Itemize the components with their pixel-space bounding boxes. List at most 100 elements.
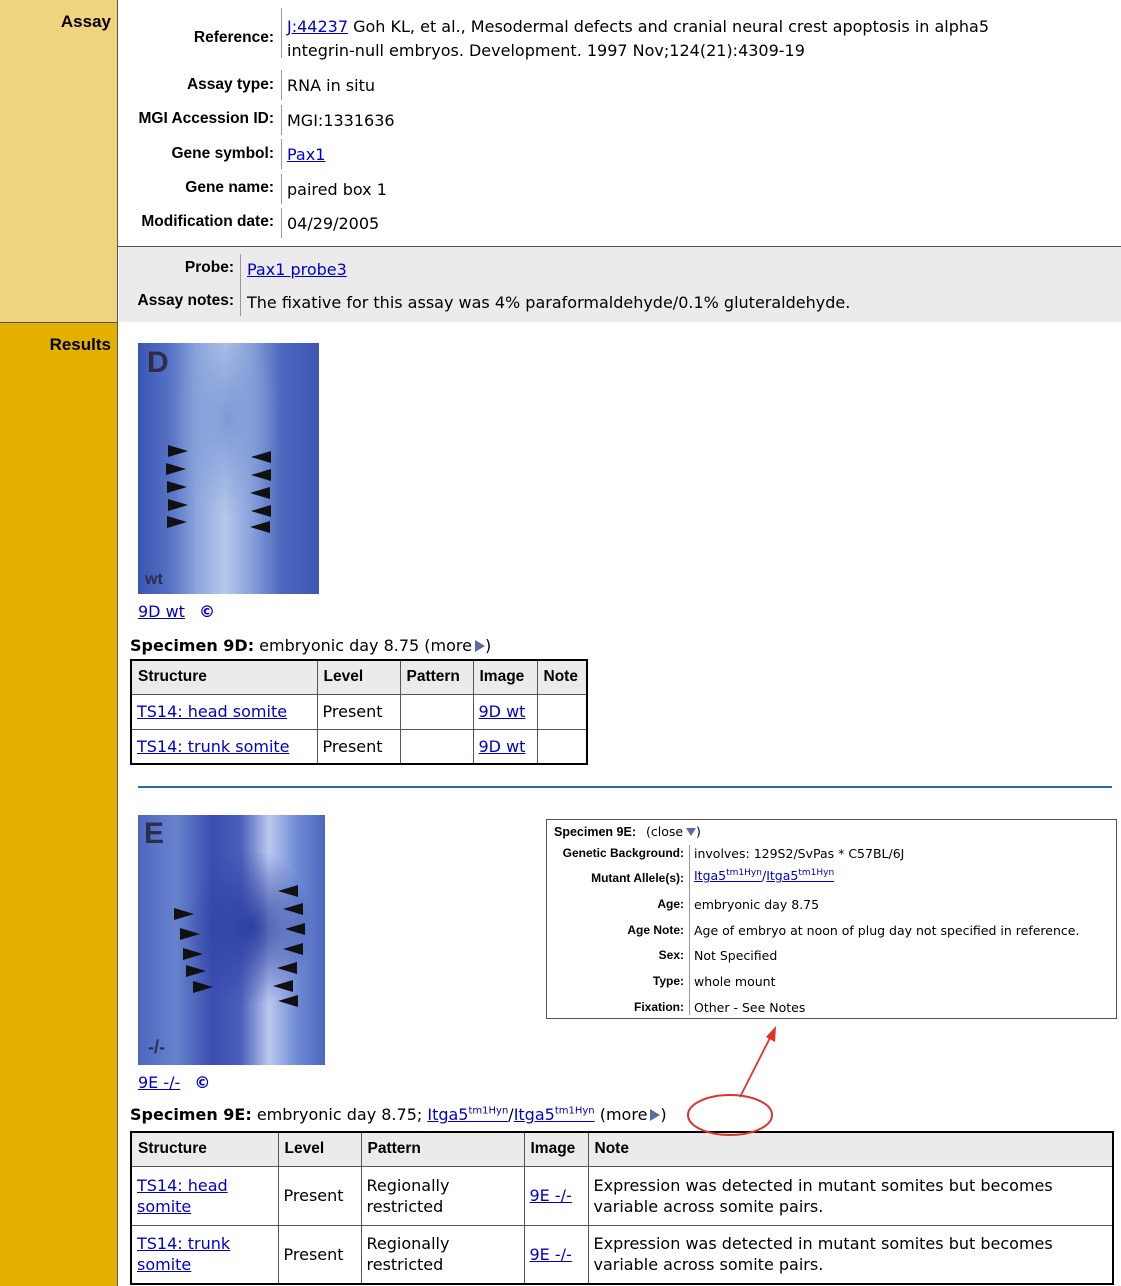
table-row: TS14: trunk somite Present 9D wt — [130, 728, 588, 765]
age-value: embryonic day 8.75 — [694, 897, 820, 912]
arrowhead-icon — [167, 516, 187, 528]
probe-link[interactable]: Pax1 probe3 — [247, 260, 347, 279]
note-cell — [536, 728, 588, 765]
more-toggle[interactable]: more — [431, 636, 485, 655]
column-pattern: Pattern — [360, 1131, 525, 1167]
image-link[interactable]: 9D wt — [479, 737, 526, 756]
genetic-background-value: involves: 129S2/SvPas * C57BL/6J — [694, 846, 905, 861]
divider — [281, 8, 282, 58]
gene-symbol-label: Gene symbol: — [171, 145, 275, 162]
image-9e-link[interactable]: 9E -/- — [138, 1073, 180, 1092]
divider — [281, 70, 282, 100]
column-note: Note — [536, 659, 588, 695]
arrowhead-icon — [283, 903, 303, 915]
age-note-label: Age Note: — [627, 923, 684, 937]
probe-label: Probe: — [184, 259, 234, 276]
structure-link[interactable]: TS14: trunk somite — [137, 737, 290, 756]
column-level: Level — [316, 659, 401, 695]
mod-date-label: Modification date: — [141, 213, 274, 230]
column-level: Level — [277, 1131, 362, 1167]
arrowhead-icon — [250, 521, 270, 533]
table-header-row: Structure Level Pattern Image Note — [130, 1131, 1114, 1167]
level-cell: Present — [316, 693, 401, 730]
divider — [240, 254, 241, 316]
arrowhead-icon — [186, 965, 206, 977]
type-label: Type: — [652, 974, 684, 988]
column-image: Image — [472, 659, 538, 695]
divider — [281, 105, 282, 135]
arrowhead-icon — [285, 923, 305, 935]
assay-type-label: Assay type: — [186, 76, 274, 93]
assay-type-value: RNA in situ — [287, 76, 375, 95]
column-pattern: Pattern — [399, 659, 474, 695]
results-section-label: Results — [0, 322, 118, 1286]
reference-line-1: J:44237 Goh KL, et al., Mesodermal defec… — [287, 17, 989, 36]
image-genotype-label: -/- — [148, 1037, 165, 1057]
divider — [281, 208, 282, 238]
structure-link[interactable]: TS14: head somite — [137, 702, 287, 721]
gene-symbol-link[interactable]: Pax1 — [287, 145, 325, 164]
close-label: (close — [645, 824, 684, 839]
specimen-9e-title: Specimen 9E: — [130, 1105, 252, 1124]
image-link[interactable]: 9E -/- — [530, 1186, 572, 1205]
allele-link[interactable]: Itga5tm1Hyn — [514, 1105, 595, 1124]
accession-label: MGI Accession ID: — [138, 110, 274, 127]
note-cell: Expression was detected in mutant somite… — [587, 1165, 1114, 1226]
accession-value: MGI:1331636 — [287, 111, 395, 130]
arrowhead-icon — [277, 962, 297, 974]
divider — [281, 174, 282, 204]
arrowhead-icon — [168, 445, 188, 457]
allele-link[interactable]: Itga5tm1Hyn — [766, 868, 834, 883]
copyright-link[interactable]: © — [199, 602, 215, 621]
structure-link[interactable]: TS14: head somite — [137, 1176, 228, 1216]
annotation-arrowhead — [766, 1026, 776, 1042]
specimen-9d-age: embryonic day 8.75 ( — [254, 636, 431, 655]
paren: ) — [696, 824, 701, 839]
copyright-link[interactable]: © — [194, 1073, 210, 1092]
level-cell: Present — [277, 1224, 362, 1285]
more-label: more — [430, 636, 472, 655]
annotation-arrow — [739, 1031, 774, 1098]
note-cell — [536, 693, 588, 730]
arrowhead-icon — [166, 463, 186, 475]
arrowhead-icon — [251, 451, 271, 463]
arrowhead-icon — [250, 487, 270, 499]
specimen-9e-heading: Specimen 9E: embryonic day 8.75; Itga5tm… — [130, 1105, 667, 1124]
arrowhead-icon — [193, 981, 213, 993]
image-9d-link[interactable]: 9D wt — [138, 602, 185, 621]
image-link[interactable]: 9D wt — [479, 702, 526, 721]
reference-link[interactable]: J:44237 — [287, 17, 348, 36]
sex-value: Not Specified — [694, 948, 778, 963]
type-value: whole mount — [694, 974, 776, 989]
reference-line-2: integrin-null embryos. Development. 1997… — [287, 41, 805, 60]
structure-link[interactable]: TS14: trunk somite — [137, 1234, 230, 1274]
arrowhead-icon — [168, 499, 188, 511]
close-toggle[interactable]: (close) — [646, 824, 701, 839]
image-panel-letter: E — [144, 817, 165, 850]
specimen-9e-image[interactable]: E -/- — [138, 815, 325, 1065]
image-panel-letter: D — [147, 346, 169, 379]
paren: ) — [660, 1105, 667, 1124]
specimen-9d-image[interactable]: D wt — [138, 343, 319, 594]
sex-label: Sex: — [658, 948, 684, 962]
specimen-9d-title: Specimen 9D: — [130, 636, 255, 655]
arrowhead-icon — [167, 481, 187, 493]
image-link[interactable]: 9E -/- — [530, 1245, 572, 1264]
column-image: Image — [523, 1131, 589, 1167]
arrowhead-icon — [283, 943, 303, 955]
pattern-cell — [399, 693, 474, 730]
more-toggle[interactable]: more — [605, 1105, 661, 1124]
table-header-row: Structure Level Pattern Image Note — [130, 659, 588, 695]
reference-text: Goh KL, et al., Mesodermal defects and c… — [348, 17, 990, 36]
specimen-divider — [138, 786, 1112, 788]
paren: ) — [485, 636, 492, 655]
reference-label: Reference: — [193, 29, 274, 46]
assay-notes-label: Assay notes: — [137, 292, 234, 309]
column-note: Note — [587, 1131, 1114, 1167]
allele-link[interactable]: Itga5tm1Hyn — [694, 868, 762, 883]
table-row: TS14: trunk somite Present Regionally rest… — [130, 1224, 1114, 1285]
level-cell: Present — [277, 1165, 362, 1226]
more-label: more — [605, 1105, 648, 1124]
arrowhead-icon — [273, 980, 293, 992]
allele-link[interactable]: Itga5tm1Hyn — [427, 1105, 508, 1124]
